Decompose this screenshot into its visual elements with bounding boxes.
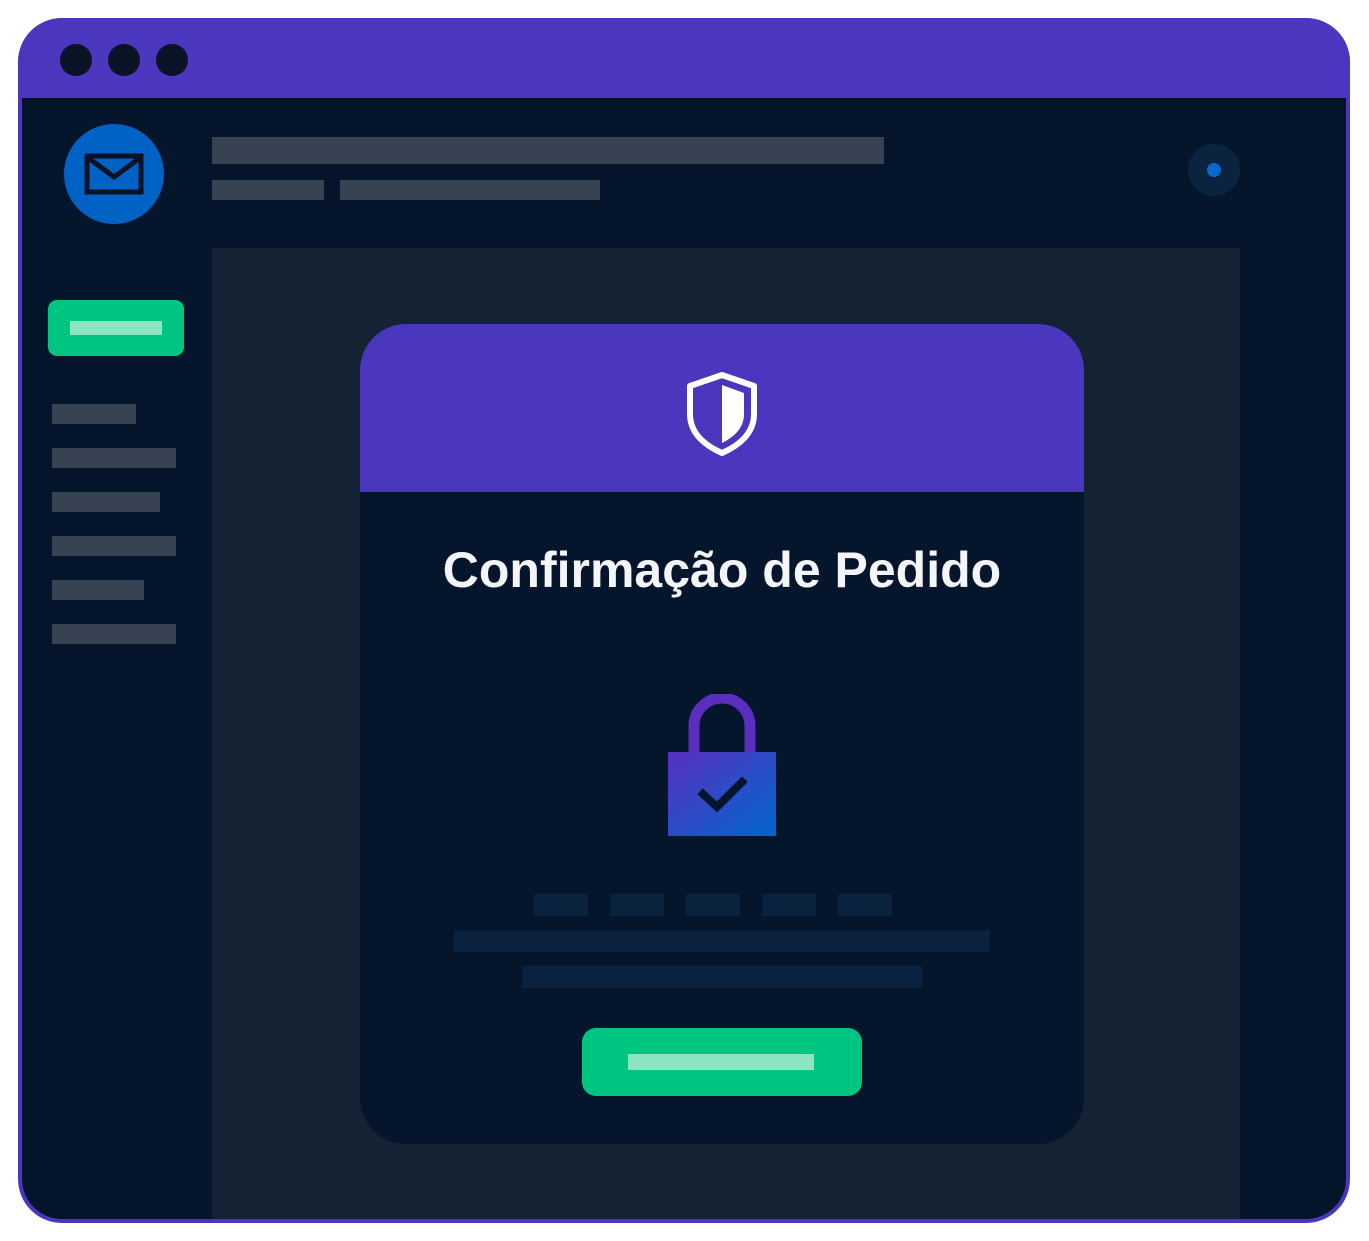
code-digit-placeholder [534, 894, 588, 916]
text-line-placeholder [454, 930, 990, 952]
window-control-dot[interactable] [156, 44, 188, 76]
sidebar-item[interactable] [52, 492, 160, 512]
sidebar-item[interactable] [52, 536, 176, 556]
window-control-dot[interactable] [108, 44, 140, 76]
sidebar-item[interactable] [52, 580, 144, 600]
envelope-icon[interactable] [64, 124, 164, 224]
code-digit-placeholder [762, 894, 816, 916]
shield-icon [687, 372, 757, 456]
compose-button[interactable] [48, 300, 184, 356]
subject-placeholder [212, 137, 884, 164]
padlock-check-icon [668, 694, 776, 836]
code-digit-placeholder [838, 894, 892, 916]
code-digit-placeholder [610, 894, 664, 916]
code-digit-placeholder [686, 894, 740, 916]
browser-window: Confirmação de Pedido [18, 18, 1350, 1223]
sidebar-item[interactable] [52, 448, 176, 468]
sender-placeholder [212, 180, 324, 200]
status-dot-icon[interactable] [1188, 144, 1240, 196]
address-placeholder [340, 180, 600, 200]
sidebar-item[interactable] [52, 624, 176, 644]
dialog-title: Confirmação de Pedido [442, 542, 1002, 598]
confirm-button[interactable] [582, 1028, 862, 1096]
window-control-dot[interactable] [60, 44, 92, 76]
app-body: Confirmação de Pedido [22, 98, 1346, 1219]
card-header [360, 324, 1084, 492]
title-bar [18, 18, 1350, 98]
sidebar-item[interactable] [52, 404, 136, 424]
text-line-placeholder [522, 966, 922, 988]
order-confirmation-card: Confirmação de Pedido [360, 324, 1084, 1144]
